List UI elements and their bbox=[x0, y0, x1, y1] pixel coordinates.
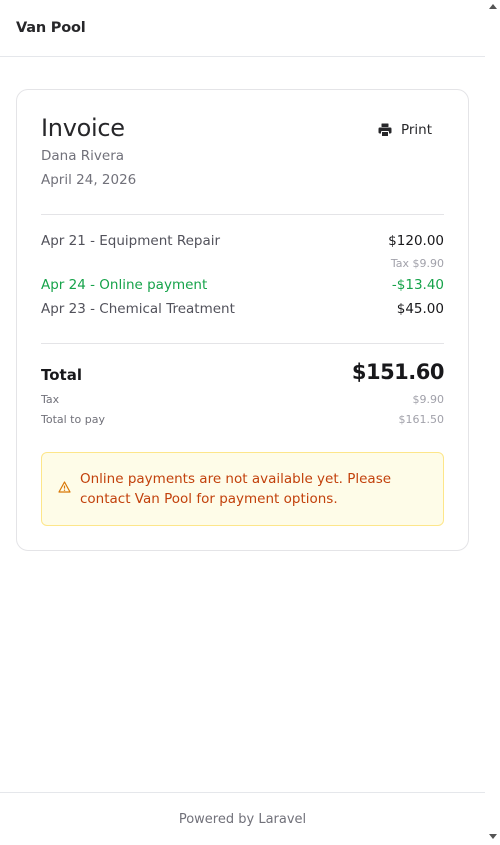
scroll-up-arrow-icon[interactable] bbox=[489, 4, 497, 9]
line-item-amount: $45.00 bbox=[396, 301, 444, 317]
printer-icon bbox=[378, 123, 392, 137]
payment-notice: Online payments are not available yet. P… bbox=[41, 452, 444, 526]
total-label: Total bbox=[41, 366, 82, 384]
payment-line-item: Apr 24 - Online payment -$13.40 bbox=[41, 277, 444, 293]
total-value: $151.60 bbox=[351, 360, 445, 384]
line-item-tax: Tax $9.90 bbox=[390, 257, 444, 270]
total-to-pay-row: Total to pay $161.50 bbox=[41, 413, 444, 426]
total-to-pay-value: $161.50 bbox=[398, 413, 445, 426]
line-item-label: Apr 24 - Online payment bbox=[41, 277, 208, 293]
line-item-label: Apr 21 - Equipment Repair bbox=[41, 233, 221, 249]
tax-label: Tax bbox=[41, 393, 60, 406]
line-item: Apr 21 - Equipment Repair $120.00 bbox=[41, 233, 444, 249]
customer-name: Dana Rivera bbox=[41, 148, 125, 164]
scroll-down-arrow-icon[interactable] bbox=[489, 834, 497, 839]
brand-name: Van Pool bbox=[16, 20, 86, 36]
top-bar: Van Pool bbox=[0, 0, 485, 57]
line-item-label: Apr 23 - Chemical Treatment bbox=[41, 301, 235, 317]
line-item-amount: $120.00 bbox=[388, 233, 444, 249]
invoice-header: Invoice Dana Rivera April 24, 2026 Print bbox=[41, 90, 444, 215]
invoice-date: April 24, 2026 bbox=[41, 172, 137, 188]
print-button[interactable]: Print bbox=[378, 122, 432, 138]
scrollbar[interactable] bbox=[485, 0, 500, 845]
line-item: Apr 23 - Chemical Treatment $45.00 bbox=[41, 301, 444, 317]
totals-section: Total $151.60 Tax $9.90 Total to pay $16… bbox=[41, 344, 445, 444]
notice-text: Online payments are not available yet. P… bbox=[80, 471, 392, 507]
footer: Powered by Laravel bbox=[0, 792, 485, 845]
tax-value: $9.90 bbox=[412, 393, 445, 406]
invoice-title: Invoice bbox=[41, 114, 125, 142]
total-to-pay-label: Total to pay bbox=[41, 413, 105, 426]
warning-icon bbox=[58, 481, 71, 493]
page: Van Pool Invoice Dana Rivera April 24, 2… bbox=[0, 0, 485, 845]
line-items: Apr 21 - Equipment Repair $120.00 Tax $9… bbox=[41, 215, 444, 344]
tax-row: Tax $9.90 bbox=[41, 393, 444, 406]
print-label: Print bbox=[400, 122, 432, 138]
footer-text: Powered by Laravel bbox=[178, 811, 307, 827]
line-item-amount: -$13.40 bbox=[391, 277, 444, 293]
invoice-card: Invoice Dana Rivera April 24, 2026 Print… bbox=[16, 89, 469, 551]
